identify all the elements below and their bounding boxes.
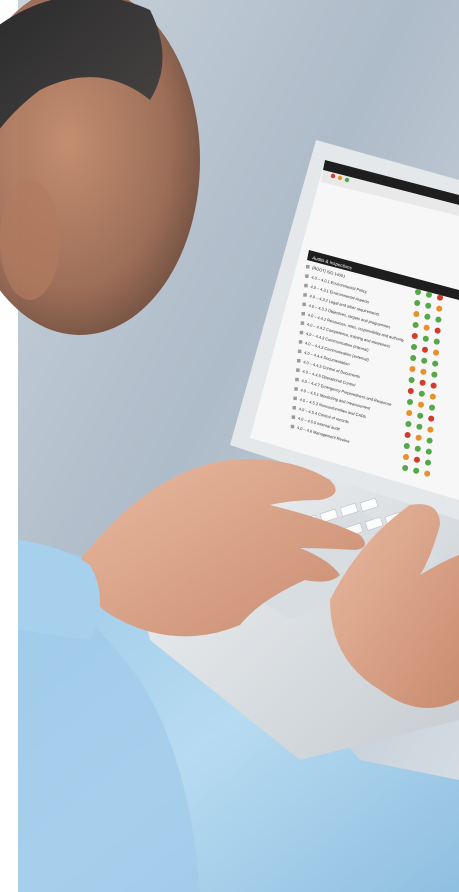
status-dot bbox=[421, 357, 428, 364]
document-icon bbox=[297, 349, 302, 354]
status-dot bbox=[403, 443, 410, 449]
status-dot bbox=[411, 344, 417, 350]
status-dot bbox=[436, 305, 443, 312]
status-dot bbox=[433, 349, 439, 356]
status-dot bbox=[406, 410, 413, 416]
document-icon bbox=[305, 274, 309, 278]
status-dot bbox=[430, 382, 437, 389]
document-icon bbox=[290, 424, 295, 429]
status-dot bbox=[418, 401, 424, 408]
status-dot bbox=[402, 465, 409, 471]
status-dot bbox=[413, 311, 420, 317]
document-icon bbox=[294, 387, 298, 391]
photo-scene: Audits & Inspections [ROOT] ISO 140014.0… bbox=[0, 0, 459, 892]
document-icon bbox=[292, 406, 296, 410]
status-dot bbox=[429, 393, 436, 400]
status-dot bbox=[425, 302, 432, 309]
document-icon bbox=[304, 283, 308, 288]
status-dot bbox=[407, 399, 413, 405]
status-dot bbox=[411, 333, 418, 339]
status-dot bbox=[403, 454, 409, 460]
status-dot bbox=[437, 294, 443, 301]
status-dot bbox=[420, 368, 427, 375]
status-dot bbox=[422, 346, 428, 353]
status-dot bbox=[416, 423, 423, 430]
status-dot bbox=[434, 327, 441, 334]
status-dot bbox=[408, 377, 415, 383]
status-dot bbox=[428, 415, 435, 422]
status-dot bbox=[431, 371, 438, 378]
status-dot bbox=[424, 470, 431, 477]
status-dot bbox=[433, 338, 440, 345]
document-icon bbox=[299, 330, 304, 335]
status-dot bbox=[424, 313, 431, 320]
status-dot bbox=[415, 289, 421, 295]
status-dot bbox=[410, 355, 417, 361]
status-dot bbox=[427, 426, 434, 433]
status-dot bbox=[423, 324, 430, 331]
status-dot bbox=[414, 445, 421, 452]
document-icon bbox=[298, 340, 303, 344]
status-dot bbox=[425, 459, 431, 466]
status-dot bbox=[429, 404, 435, 411]
status-dot bbox=[414, 456, 420, 463]
status-dot bbox=[404, 432, 411, 438]
status-dot bbox=[432, 360, 439, 367]
status-dot bbox=[409, 366, 416, 372]
status-dot bbox=[405, 421, 412, 427]
status-dot bbox=[413, 467, 420, 474]
status-dot bbox=[422, 335, 429, 342]
status-dot bbox=[425, 448, 432, 455]
status-dot bbox=[415, 434, 422, 441]
status-dot bbox=[417, 412, 424, 419]
status-dot bbox=[418, 390, 425, 397]
status-dot bbox=[426, 291, 432, 298]
document-icon bbox=[293, 396, 297, 401]
document-icon bbox=[306, 265, 310, 269]
document-icon bbox=[302, 302, 306, 307]
document-icon bbox=[300, 321, 305, 325]
document-icon bbox=[297, 359, 301, 363]
status-dot bbox=[419, 379, 426, 386]
document-icon bbox=[296, 368, 300, 372]
status-dot bbox=[407, 388, 414, 394]
document-icon bbox=[295, 377, 299, 382]
status-dot bbox=[435, 316, 442, 323]
status-dot bbox=[426, 437, 433, 444]
document-icon bbox=[301, 312, 305, 316]
status-dot bbox=[412, 322, 419, 328]
document-icon bbox=[291, 415, 296, 419]
document-icon bbox=[303, 293, 307, 297]
status-dot bbox=[414, 300, 421, 306]
